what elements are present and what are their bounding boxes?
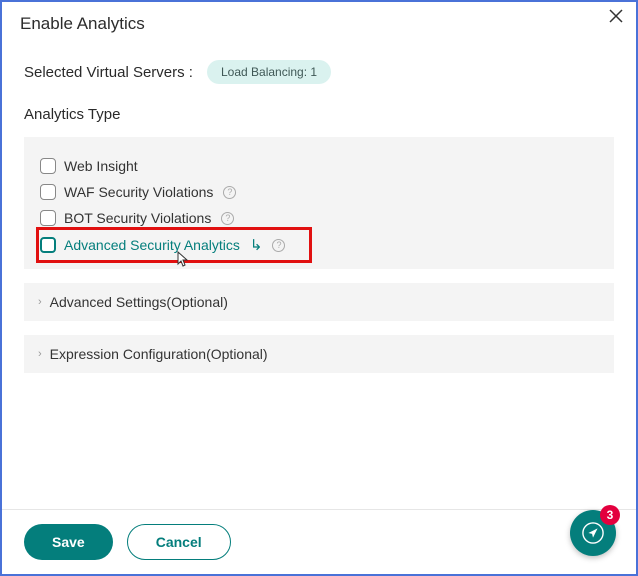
checkbox-label: WAF Security Violations	[64, 184, 213, 200]
close-icon	[608, 8, 624, 24]
selected-servers-badge: Load Balancing: 1	[207, 60, 331, 84]
fab-badge: 3	[600, 505, 620, 525]
help-icon[interactable]: ?	[221, 212, 234, 225]
expander-label: Expression Configuration(Optional)	[50, 346, 268, 362]
checkbox-waf[interactable]	[40, 184, 56, 200]
help-icon[interactable]: ?	[223, 186, 236, 199]
analytics-type-box: Web Insight WAF Security Violations ? BO…	[24, 137, 614, 269]
checkbox-label: Web Insight	[64, 158, 138, 174]
enter-arrow-icon: ↳	[250, 236, 263, 254]
help-icon[interactable]: ?	[272, 239, 285, 252]
chevron-right-icon: ›	[38, 348, 42, 360]
checkbox-row-waf[interactable]: WAF Security Violations ?	[40, 179, 604, 205]
selected-servers-row: Selected Virtual Servers : Load Balancin…	[24, 60, 614, 84]
expander-advanced-settings[interactable]: › Advanced Settings(Optional)	[24, 283, 614, 321]
footer: Save Cancel	[24, 524, 231, 560]
help-fab[interactable]: 3	[570, 510, 616, 556]
cancel-button[interactable]: Cancel	[127, 524, 231, 560]
checkbox-label: BOT Security Violations	[64, 210, 211, 226]
expander-label: Advanced Settings(Optional)	[50, 294, 228, 310]
chevron-right-icon: ›	[38, 296, 42, 308]
checkbox-row-advanced-security[interactable]: Advanced Security Analytics ↳ ?	[40, 231, 604, 259]
checkbox-web-insight[interactable]	[40, 158, 56, 174]
close-button[interactable]	[608, 8, 624, 28]
checkbox-bot[interactable]	[40, 210, 56, 226]
save-button[interactable]: Save	[24, 524, 113, 560]
footer-divider	[2, 509, 636, 510]
analytics-type-heading: Analytics Type	[24, 106, 614, 123]
checkbox-advanced-security[interactable]	[40, 237, 56, 253]
checkbox-row-web-insight[interactable]: Web Insight	[40, 153, 604, 179]
send-icon	[582, 522, 604, 544]
checkbox-label: Advanced Security Analytics	[64, 237, 240, 253]
dialog-title: Enable Analytics	[20, 14, 145, 34]
checkbox-row-bot[interactable]: BOT Security Violations ?	[40, 205, 604, 231]
selected-servers-label: Selected Virtual Servers :	[24, 64, 193, 81]
expander-expression-config[interactable]: › Expression Configuration(Optional)	[24, 335, 614, 373]
